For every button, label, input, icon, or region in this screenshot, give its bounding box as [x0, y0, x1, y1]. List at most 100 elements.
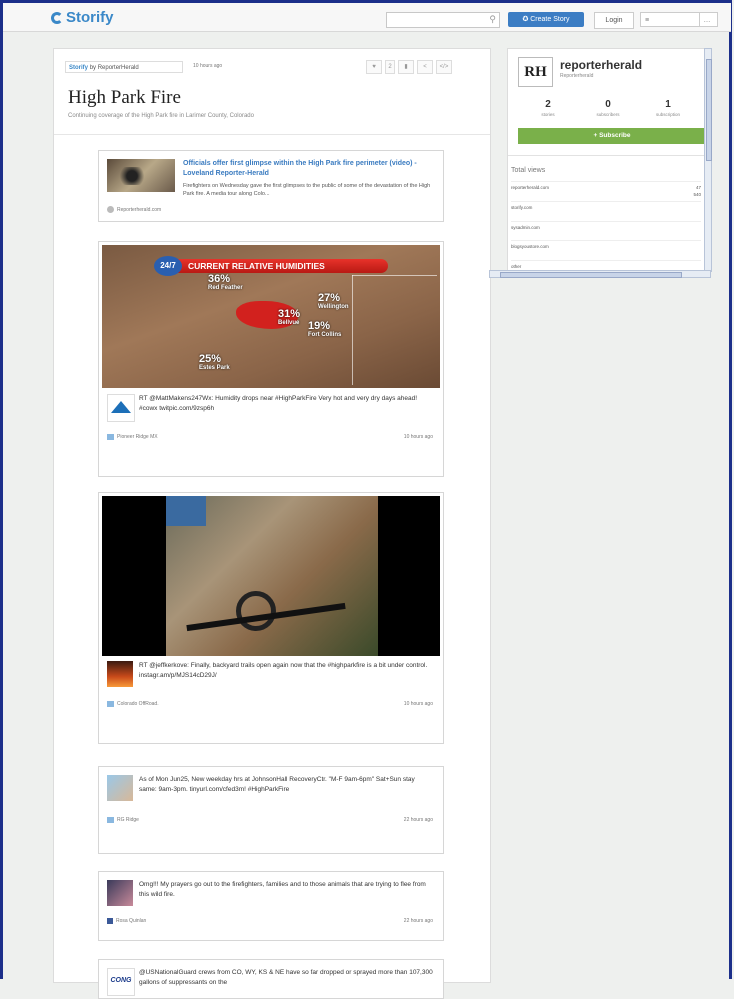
views-row: sysadmin.com — [511, 221, 701, 230]
profile-subtitle: Reporterherald — [560, 73, 594, 79]
trail-video[interactable] — [102, 496, 440, 656]
language-value: ≡ — [645, 17, 650, 24]
link-source[interactable]: Reporterherald.com — [107, 206, 161, 213]
views-site[interactable]: storify.com — [511, 205, 532, 210]
map-label: 36% Red Feather — [208, 273, 243, 291]
scrollbar-thumb[interactable] — [500, 272, 682, 278]
video-frame — [166, 496, 378, 656]
map-label-place: Estes Park — [199, 365, 230, 371]
map-label: 25% Estes Park — [199, 353, 230, 371]
tweet-time[interactable]: 22 hours ago — [404, 817, 433, 823]
post-text: Omg!!! My prayers go out to the firefigh… — [139, 881, 426, 898]
twitter-icon — [107, 434, 114, 440]
avatar[interactable] — [107, 880, 133, 906]
divider — [508, 155, 706, 156]
map-label: 31% Bellvue — [278, 308, 300, 326]
post-author-name: Rosa Quinlan — [116, 918, 147, 924]
post-meta: Rosa Quinlan 22 hours ago — [107, 918, 433, 924]
post-time[interactable]: 22 hours ago — [404, 918, 433, 924]
views-site[interactable]: sysadmin.com — [511, 225, 540, 230]
login-button[interactable]: Login — [594, 12, 634, 29]
avatar[interactable]: RH — [518, 57, 553, 87]
stat-value: 2 — [545, 99, 551, 110]
map-banner: CURRENT RELATIVE HUMIDITIES — [158, 259, 388, 273]
tweet-text: @USNationalGuard crews from CO, WY, KS &… — [139, 969, 433, 986]
twitter-icon — [107, 817, 114, 823]
story-byline[interactable]: Storify by ReporterHerald — [65, 61, 183, 73]
tweet-text: RT @MattMakens247Wx: Humidity drops near… — [139, 395, 418, 412]
views-row: 540 — [511, 189, 701, 197]
scrollbar-thumb[interactable] — [706, 59, 712, 161]
map-label-value: 36% — [208, 273, 231, 285]
tweet-meta: RG Ridge 22 hours ago — [107, 817, 433, 823]
twitter-icon — [107, 701, 114, 707]
link-title[interactable]: Officials offer first glimpse within the… — [183, 159, 433, 179]
story-title: High Park Fire — [68, 87, 181, 108]
sidebar-horizontal-scrollbar[interactable] — [489, 270, 711, 278]
comment-icon[interactable]: ▮ — [398, 60, 414, 74]
chevron-down-icon[interactable]: … — [699, 13, 714, 26]
tweet-card[interactable]: As of Mon Jun25, New weekday hrs at John… — [98, 766, 444, 854]
stat-stories[interactable]: 2 stories — [518, 99, 578, 117]
profile-name[interactable]: reporterherald — [560, 58, 642, 72]
tweet-card[interactable]: RT @jeffkerkove: Finally, backyard trail… — [98, 492, 444, 744]
share-icon[interactable]: < — [417, 60, 433, 74]
story-subtitle: Continuing coverage of the High Park fir… — [68, 113, 254, 119]
humidity-map-image[interactable]: CURRENT RELATIVE HUMIDITIES 24/7 36% Red … — [102, 245, 440, 388]
map-border-line — [352, 275, 353, 385]
stat-label: subscription — [655, 112, 680, 117]
link-thumbnail[interactable] — [107, 159, 175, 192]
storify-logo-icon — [51, 11, 63, 24]
tweet-author-name: Pioneer Ridge MX — [117, 434, 158, 440]
tweet-text: As of Mon Jun25, New weekday hrs at John… — [139, 776, 415, 793]
map-label-place: Wellington — [318, 304, 349, 310]
tweet-meta: Colorado OffRoad. 10 hours ago — [107, 701, 433, 707]
tweet-time[interactable]: 10 hours ago — [404, 701, 433, 707]
tweet-author[interactable]: RG Ridge — [107, 817, 139, 823]
link-card[interactable]: Officials offer first glimpse within the… — [98, 150, 444, 222]
stat-label: subscribers — [596, 112, 620, 117]
views-site[interactable]: blogsyoustore.com — [511, 244, 549, 249]
top-bar: Storify ⚲ ✪ Create Story Login ≡ … — [3, 3, 731, 32]
byline-author: by ReporterHerald — [89, 65, 139, 71]
tweet-author[interactable]: Pioneer Ridge MX — [107, 434, 158, 440]
avatar[interactable]: CONG — [107, 968, 135, 996]
total-views-title: Total views — [511, 167, 546, 174]
map-label-value: 31% — [278, 308, 301, 320]
stat-label: stories — [541, 112, 555, 117]
map-label: 19% Fort Collins — [308, 320, 341, 338]
story-time: 10 hours ago — [193, 63, 223, 69]
map-label-place: Red Feather — [208, 285, 243, 291]
facebook-card[interactable]: Omg!!! My prayers go out to the firefigh… — [98, 871, 444, 941]
tweet-card[interactable]: CURRENT RELATIVE HUMIDITIES 24/7 36% Red … — [98, 241, 444, 477]
divider — [54, 134, 490, 135]
tweet-card[interactable]: CONG @USNationalGuard crews from CO, WY,… — [98, 959, 444, 999]
avatar[interactable] — [107, 661, 133, 687]
search-input[interactable]: ⚲ — [386, 12, 500, 28]
map-label-place: Bellvue — [278, 320, 300, 326]
post-author[interactable]: Rosa Quinlan — [107, 918, 146, 924]
globe-icon — [107, 206, 114, 213]
logo-text: Storify — [66, 9, 114, 26]
create-story-button[interactable]: ✪ Create Story — [508, 12, 584, 27]
search-icon[interactable]: ⚲ — [489, 14, 496, 25]
views-site[interactable]: other — [511, 264, 521, 269]
like-icon[interactable]: ♥ — [366, 60, 382, 74]
embed-icon[interactable]: </> — [436, 60, 452, 74]
tweet-time[interactable]: 10 hours ago — [404, 434, 433, 440]
views-row: other — [511, 260, 701, 269]
avatar[interactable] — [107, 775, 133, 801]
map-label-value: 27% — [318, 292, 341, 304]
map-border-line — [352, 275, 437, 276]
stat-value: 0 — [605, 99, 611, 110]
tweet-author[interactable]: Colorado OffRoad. — [107, 701, 159, 707]
tweet-meta: Pioneer Ridge MX 10 hours ago — [107, 434, 433, 440]
stat-subscribers[interactable]: 0 subscribers — [578, 99, 638, 117]
stat-subscriptions[interactable]: 1 subscription — [638, 99, 698, 117]
map-label-value: 19% — [308, 320, 331, 332]
language-select[interactable]: ≡ … — [640, 12, 718, 27]
avatar[interactable] — [107, 394, 135, 422]
storify-logo[interactable]: Storify — [51, 9, 114, 26]
subscribe-button[interactable]: + Subscribe — [518, 128, 706, 144]
sidebar-vertical-scrollbar[interactable] — [704, 48, 712, 272]
